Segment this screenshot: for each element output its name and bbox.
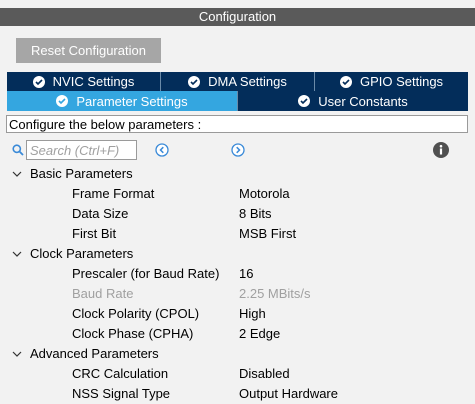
check-circle-icon [298,95,311,107]
tab-user-constants[interactable]: User Constants [238,91,468,111]
param-row[interactable]: Clock Polarity (CPOL) High [0,304,475,324]
tab-gpio-settings[interactable]: GPIO Settings [315,72,468,91]
param-name: Frame Format [72,186,155,201]
group-label: Clock Parameters [30,246,134,261]
param-name: CRC Calculation [72,366,169,381]
param-row: Baud Rate 2.25 MBits/s [0,284,475,304]
param-name: Data Size [72,206,129,221]
chevron-down-icon [12,251,22,257]
tab-nvic-settings[interactable]: NVIC Settings [7,72,161,91]
tabs-row-2: Parameter Settings User Constants [7,91,468,111]
group-label: Basic Parameters [30,166,133,181]
search-previous-icon[interactable] [155,143,169,157]
check-circle-icon [339,75,352,88]
param-name: Prescaler (for Baud Rate) [72,266,220,281]
param-name: NSS Signal Type [72,386,171,401]
param-row[interactable]: Data Size 8 Bits [0,204,475,224]
param-value: Output Hardware [239,386,338,401]
chevron-down-icon [12,171,22,177]
check-circle-icon [32,75,45,88]
tab-label: User Constants [318,93,408,109]
param-row[interactable]: Clock Phase (CPHA) 2 Edge [0,324,475,344]
param-value: MSB First [239,226,297,241]
param-value: High [239,306,266,321]
param-row[interactable]: Prescaler (for Baud Rate) 16 [0,264,475,284]
chevron-down-icon [12,351,22,357]
param-row[interactable]: CRC Calculation Disabled [0,364,475,384]
param-name: Clock Polarity (CPOL) [72,306,200,321]
tab-parameter-settings[interactable]: Parameter Settings [7,91,238,111]
param-value: 8 Bits [239,206,272,221]
info-icon[interactable] [433,142,449,158]
param-value: Motorola [239,186,290,201]
param-value: Disabled [239,366,290,381]
search-input[interactable] [26,140,137,160]
param-name: Baud Rate [72,286,134,301]
param-row[interactable]: First Bit MSB First [0,224,475,244]
param-value: 16 [239,266,254,281]
window-title: Configuration [0,8,475,26]
group-clock-parameters[interactable]: Clock Parameters [0,244,475,264]
check-circle-icon [188,75,201,88]
tab-label: GPIO Settings [359,74,444,89]
param-row[interactable]: NSS Signal Type Output Hardware [0,384,475,404]
param-row[interactable]: Frame Format Motorola [0,184,475,204]
tab-dma-settings[interactable]: DMA Settings [161,72,315,91]
search-icon[interactable] [12,144,24,156]
param-value: 2.25 MBits/s [239,286,311,301]
tab-label: Parameter Settings [76,93,188,109]
search-next-icon[interactable] [231,143,245,157]
group-label: Advanced Parameters [30,346,159,361]
reset-configuration-button[interactable]: Reset Configuration [16,38,161,63]
check-circle-icon [56,95,69,107]
group-advanced-parameters[interactable]: Advanced Parameters [0,344,475,364]
group-basic-parameters[interactable]: Basic Parameters [0,164,475,184]
tabs-row-1: NVIC Settings DMA Settings GPIO Settings [7,72,468,91]
param-name: Clock Phase (CPHA) [72,326,194,341]
description-text: Configure the below parameters : [6,115,468,133]
tab-label: DMA Settings [208,74,287,89]
tab-label: NVIC Settings [52,74,135,89]
param-name: First Bit [72,226,117,241]
param-value: 2 Edge [239,326,281,341]
